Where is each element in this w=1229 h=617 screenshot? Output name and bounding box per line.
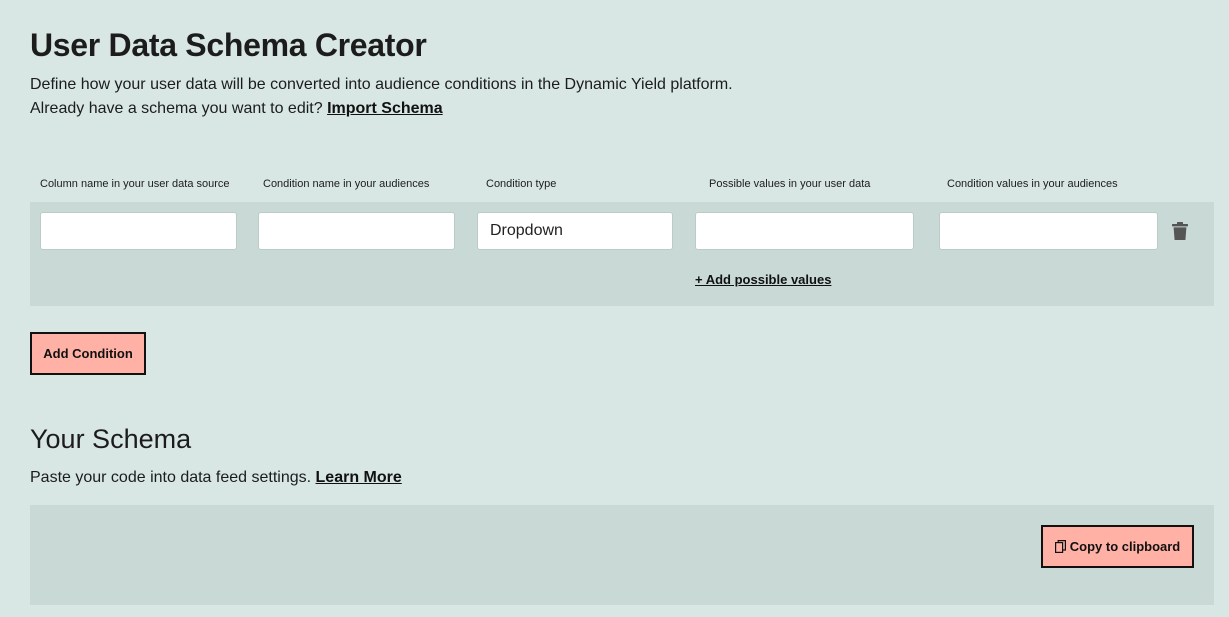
add-possible-values-link[interactable]: + Add possible values (695, 272, 831, 287)
add-condition-button[interactable]: Add Condition (30, 332, 146, 375)
import-line: Already have a schema you want to edit? … (30, 97, 733, 121)
condition-type-select[interactable]: Dropdown (477, 212, 673, 250)
page-description: Define how your user data will be conver… (30, 73, 733, 121)
schema-title: Your Schema (30, 424, 192, 454)
copy-label: Copy to clipboard (1069, 539, 1181, 554)
learn-more-link[interactable]: Learn More (316, 469, 402, 486)
page-title: User Data Schema Creator (30, 27, 427, 63)
column-name-input[interactable] (40, 212, 237, 250)
condition-values-input[interactable] (939, 212, 1158, 250)
column-headers: Column name in your user data source Con… (30, 178, 1214, 192)
copy-to-clipboard-button[interactable]: Copy to clipboard (1041, 525, 1194, 568)
header-condition-values: Condition values in your audiences (947, 178, 1118, 190)
schema-description-text: Paste your code into data feed settings. (30, 469, 312, 486)
condition-name-input[interactable] (258, 212, 455, 250)
description-text: Define how your user data will be conver… (30, 76, 733, 93)
schema-description: Paste your code into data feed settings.… (30, 466, 402, 490)
condition-row: Dropdown + Add possible values (30, 202, 1214, 306)
header-condition-name: Condition name in your audiences (263, 178, 430, 190)
schema-code-box: Copy to clipboard (30, 505, 1214, 605)
import-prompt: Already have a schema you want to edit? (30, 100, 323, 117)
header-condition-type: Condition type (486, 178, 557, 190)
copy-icon (1054, 540, 1066, 553)
import-schema-link[interactable]: Import Schema (327, 100, 443, 117)
header-column-name: Column name in your user data source (40, 178, 230, 190)
header-possible-values: Possible values in your user data (709, 178, 871, 190)
trash-icon[interactable] (1172, 222, 1188, 240)
possible-values-input[interactable] (695, 212, 914, 250)
